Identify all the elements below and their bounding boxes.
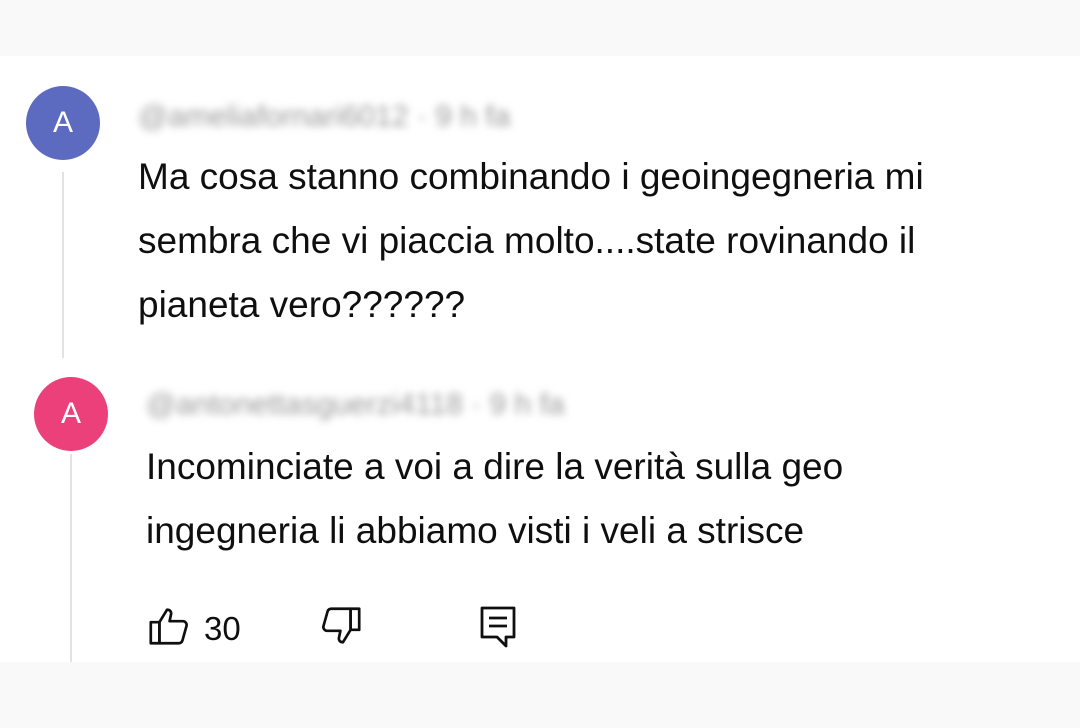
comment-thread: A @ameliafornari6012 · 9 h fa Ma cosa st…: [0, 56, 1080, 662]
like-button[interactable]: 30: [146, 603, 241, 654]
like-count: 30: [204, 609, 241, 647]
thumb-down-icon: [318, 603, 364, 654]
comment-text-line: pianeta vero??????: [138, 284, 466, 325]
comment-text: Incominciate a voi a dire la verità sull…: [146, 435, 843, 563]
reply-button[interactable]: [476, 602, 520, 655]
avatar[interactable]: A: [34, 377, 108, 451]
comment-author-handle[interactable]: @antonettasguerzi4118 · 9 h fa: [146, 388, 565, 422]
dislike-button[interactable]: [318, 603, 364, 654]
comment-text-line: ingegneria li abbiamo visti i veli a str…: [146, 510, 805, 551]
thumb-up-icon: [146, 603, 192, 654]
thread-line-1: [62, 172, 64, 358]
comment-text: Ma cosa stanno combinando i geoingegneri…: [138, 145, 924, 337]
comment-text-line: sembra che vi piaccia molto....state rov…: [138, 220, 916, 261]
reply-comment-icon: [476, 602, 520, 655]
comment-author-handle[interactable]: @ameliafornari6012 · 9 h fa: [138, 100, 510, 134]
thread-line-2: [70, 454, 72, 662]
comment-text-line: Incominciate a voi a dire la verità sull…: [146, 446, 844, 487]
avatar[interactable]: A: [26, 86, 100, 160]
comment-text-line: Ma cosa stanno combinando i geoingegneri…: [138, 156, 924, 197]
